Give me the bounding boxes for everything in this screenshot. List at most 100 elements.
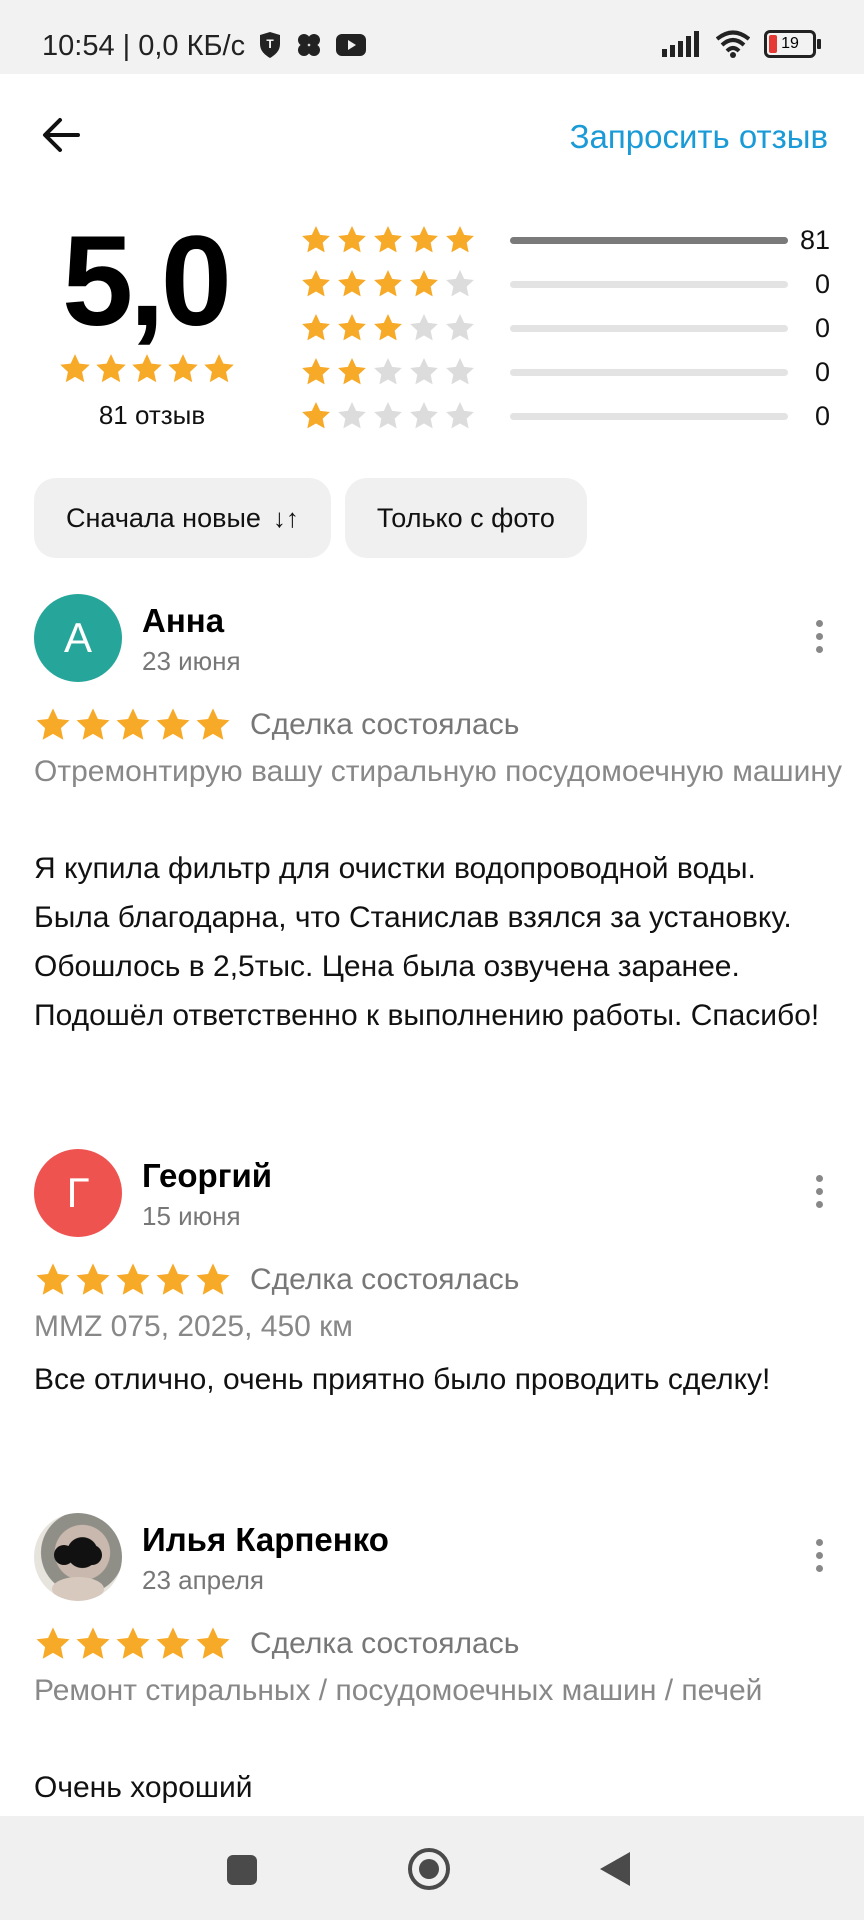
more-dots-icon	[815, 1174, 823, 1182]
star-icon	[446, 226, 474, 253]
distribution-bar	[510, 324, 788, 332]
distribution-stars	[300, 224, 480, 256]
star-icon	[410, 314, 438, 341]
review-subject[interactable]: MMZ 075, 2025, 450 км	[34, 1305, 844, 1348]
sort-newest-chip[interactable]: Сначала новые ↓↑	[34, 478, 331, 558]
distribution-stars	[300, 356, 480, 388]
star-icon	[302, 270, 330, 297]
star-icon	[116, 1263, 150, 1295]
star-icon	[156, 708, 190, 740]
avatar[interactable]	[34, 1513, 122, 1601]
review-text: Я купила фильтр для очистки водопроводно…	[34, 852, 820, 1032]
star-icon	[338, 270, 366, 297]
review-card: А Анна 23 июня Сделка состоялась Отремон…	[34, 594, 842, 1114]
review-text: Очень хороший	[34, 1771, 253, 1804]
status-time: 10:54 | 0,0 КБ/с	[42, 30, 246, 62]
star-icon	[338, 358, 366, 385]
svg-text:T: T	[266, 37, 274, 51]
star-icon	[446, 358, 474, 385]
request-review-link[interactable]: Запросить отзыв	[570, 118, 828, 156]
status-app-icons: T	[258, 32, 366, 58]
star-icon	[374, 270, 402, 297]
battery-icon: 19	[764, 30, 821, 58]
avatar[interactable]: Г	[34, 1149, 122, 1237]
review-stars	[34, 1625, 232, 1663]
average-rating-stars	[58, 352, 236, 386]
star-icon	[36, 1263, 70, 1295]
avatar[interactable]: А	[34, 594, 122, 682]
status-bar: 10:54 | 0,0 КБ/с T 19	[0, 0, 864, 74]
back-nav-button[interactable]	[598, 1850, 632, 1888]
status-system-icons: 19	[662, 30, 821, 58]
review-text: Все отлично, очень приятно было проводит…	[34, 1363, 771, 1396]
review-stars	[34, 1261, 232, 1299]
deal-status: Сделка состоялась	[250, 1627, 520, 1660]
clover-icon	[298, 34, 320, 56]
distribution-count: 0	[814, 312, 830, 343]
star-icon	[446, 270, 474, 297]
star-icon	[116, 1627, 150, 1659]
filter-bar: Сначала новые ↓↑ Только с фото	[34, 478, 587, 558]
reviewer-name[interactable]: Илья Карпенко	[142, 1521, 389, 1559]
star-icon	[338, 226, 366, 253]
star-icon	[96, 354, 126, 383]
star-icon	[196, 1263, 230, 1295]
more-dots-icon	[815, 1538, 823, 1546]
star-icon	[338, 314, 366, 341]
review-date: 15 июня	[142, 1201, 241, 1231]
distribution-count: 0	[814, 356, 830, 387]
star-icon	[156, 1263, 190, 1295]
star-icon	[410, 226, 438, 253]
review-card: Илья Карпенко 23 апреля Сделка состоялас…	[34, 1513, 834, 1813]
deal-status: Сделка состоялась	[250, 708, 520, 741]
star-icon	[302, 358, 330, 385]
star-icon	[338, 402, 366, 429]
distribution-bar	[510, 280, 788, 288]
youtube-icon	[336, 34, 366, 56]
review-date: 23 июня	[142, 646, 241, 676]
recent-apps-button[interactable]	[226, 1854, 258, 1886]
star-icon	[410, 270, 438, 297]
distribution-row: 0	[300, 262, 830, 306]
distribution-count: 0	[814, 268, 830, 299]
review-subject[interactable]: Отремонтирую вашу стиральную посудомоечн…	[34, 750, 844, 793]
photo-chip-label: Только с фото	[376, 502, 555, 533]
deal-status: Сделка состоялась	[250, 1263, 520, 1296]
distribution-row: 0	[300, 306, 830, 350]
distribution-row: 0	[300, 350, 830, 394]
system-nav-bar	[0, 1816, 864, 1920]
review-date: 23 апреля	[142, 1565, 264, 1595]
more-options-button[interactable]	[804, 616, 834, 656]
shield-icon: T	[260, 32, 280, 58]
star-icon	[204, 354, 234, 383]
home-button[interactable]	[406, 1846, 452, 1892]
distribution-bar	[510, 368, 788, 376]
star-icon	[76, 1627, 110, 1659]
review-subject[interactable]: Ремонт стиральных / посудомоечных машин …	[34, 1669, 844, 1712]
reviewer-name[interactable]: Анна	[142, 602, 224, 640]
distribution-stars	[300, 400, 480, 432]
star-icon	[60, 354, 90, 383]
star-icon	[374, 358, 402, 385]
user-photo-icon	[52, 1545, 104, 1601]
star-icon	[446, 314, 474, 341]
review-card: Г Георгий 15 июня Сделка состоялась MMZ …	[34, 1149, 834, 1479]
sort-chip-label: Сначала новые	[66, 502, 261, 533]
distribution-stars	[300, 312, 480, 344]
more-options-button[interactable]	[804, 1171, 834, 1211]
distribution-bar	[510, 236, 788, 244]
review-count: 81 отзыв	[98, 400, 206, 430]
star-icon	[168, 354, 198, 383]
more-options-button[interactable]	[804, 1535, 834, 1575]
distribution-row: 81	[300, 218, 830, 262]
back-button[interactable]	[38, 112, 84, 158]
photo-only-chip[interactable]: Только с фото	[344, 478, 587, 558]
star-icon	[196, 708, 230, 740]
star-icon	[302, 314, 330, 341]
star-icon	[410, 358, 438, 385]
distribution-count: 81	[799, 224, 830, 255]
reviewer-name[interactable]: Георгий	[142, 1157, 272, 1195]
distribution-bar	[510, 412, 788, 420]
star-icon	[132, 354, 162, 383]
average-rating: 5,0	[62, 210, 232, 353]
